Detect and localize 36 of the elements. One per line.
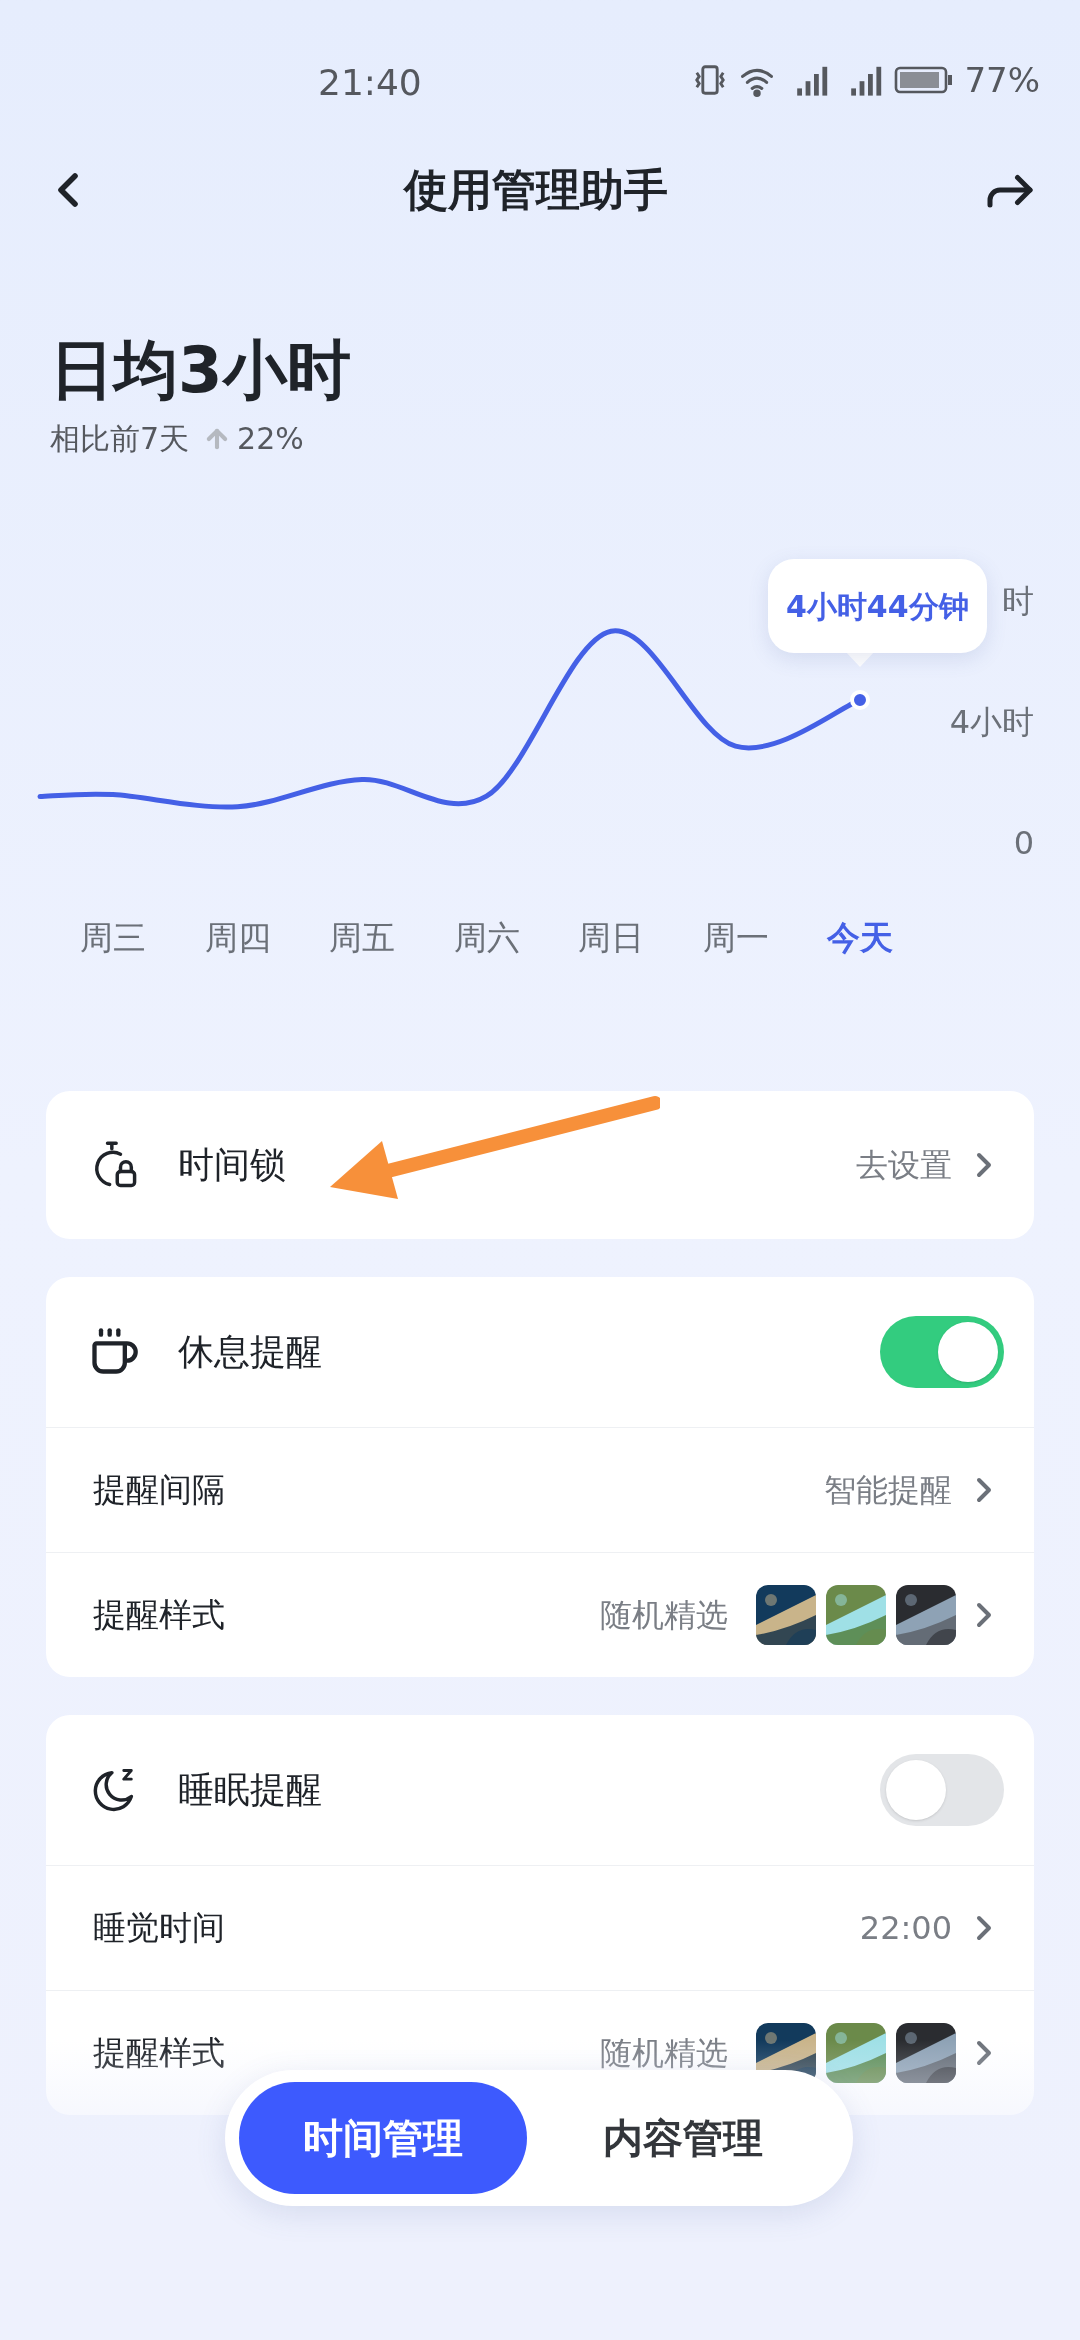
change-percent: 22% <box>237 420 304 458</box>
reminder-title: 睡眠提醒 <box>178 1768 322 1812</box>
settings-row[interactable]: 睡觉时间 22:00 <box>46 1865 1034 1990</box>
bottom-tab[interactable]: 时间管理 <box>239 2082 527 2194</box>
value-tooltip: 4小时44分钟 <box>768 559 987 653</box>
row-label: 提醒间隔 <box>93 1469 225 1512</box>
settings-row[interactable]: 提醒间隔 智能提醒 <box>46 1427 1034 1552</box>
day-label: 周五 <box>328 921 396 954</box>
y-axis-label: 0 <box>1013 827 1034 859</box>
day-label: 周一 <box>701 921 770 954</box>
compare-label: 相比前7天 <box>50 420 190 458</box>
row-value: 随机精选 <box>600 1595 728 1636</box>
y-axis-label: 4小时 <box>949 706 1034 738</box>
day-label: 周六 <box>452 921 521 954</box>
battery-icon <box>894 64 955 96</box>
day-label: 周日 <box>577 921 645 954</box>
today-point <box>850 689 870 710</box>
row-label: 睡觉时间 <box>93 1907 225 1950</box>
row-label: 提醒样式 <box>93 1594 225 1637</box>
daily-average: 日均3小时 <box>50 332 352 409</box>
row-value: 随机精选 <box>600 2033 728 2074</box>
time-lock-row[interactable]: 时间锁 去设置 <box>46 1091 1034 1239</box>
row-value: 智能提醒 <box>824 1470 952 1511</box>
day-label: 今天 <box>826 921 894 954</box>
go-settings-link[interactable]: 去设置 <box>856 1141 952 1189</box>
y-axis-label: 时 <box>1002 585 1034 617</box>
row-label: 提醒样式 <box>93 2032 225 2075</box>
status-time: 21:40 <box>318 61 422 105</box>
day-label: 周三 <box>79 921 147 954</box>
page-title: 使用管理助手 <box>404 163 668 217</box>
row-value: 22:00 <box>859 1908 952 1949</box>
reminder-title: 休息提醒 <box>178 1330 322 1374</box>
battery-percent: 77% <box>964 58 1040 102</box>
settings-row[interactable]: 提醒样式 随机精选 <box>46 1552 1034 1677</box>
time-lock-label: 时间锁 <box>178 1143 286 1187</box>
day-label: 周四 <box>203 921 272 954</box>
